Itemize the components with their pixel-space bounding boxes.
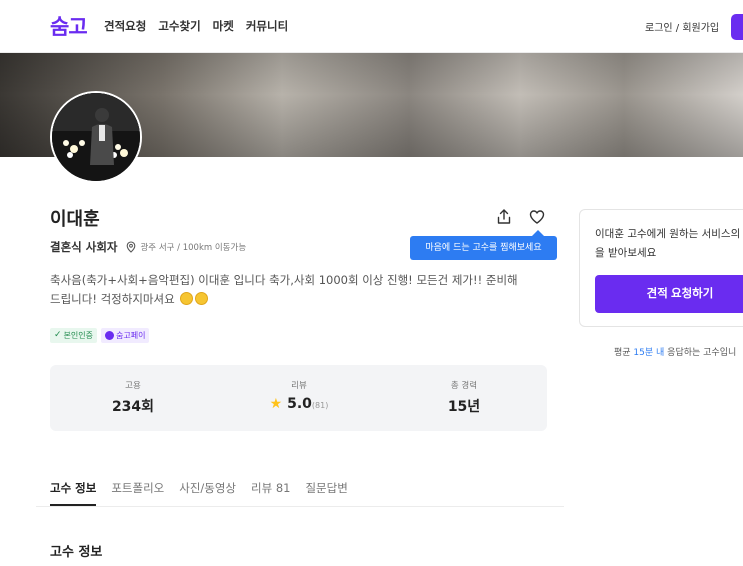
response-prefix: 평균 — [614, 348, 634, 358]
stat-reviews-value-row: ★ 5.0(81) — [216, 396, 382, 412]
pro-category: 결혼식 사회자 — [50, 240, 118, 254]
stat-hires-value: 234회 — [111, 399, 155, 415]
stat-career: 총 경력 15년 — [381, 379, 547, 416]
nav-find-pro[interactable]: 고수찾기 — [158, 18, 200, 34]
section-title: 고수 정보 — [50, 545, 103, 560]
profile-tabs: 고수 정보 포트폴리오 사진/동영상 리뷰 81 질문답변 — [50, 480, 348, 496]
nav-request-quote[interactable]: 견적요청 — [104, 18, 146, 34]
location-pin-icon — [127, 241, 136, 253]
stat-hires: 고용 234회 — [50, 379, 216, 416]
tab-divider — [36, 506, 564, 507]
stat-career-value: 15년 — [447, 399, 481, 415]
stat-hires-label: 고용 — [125, 381, 141, 391]
request-card-line1: 이대훈 고수에게 원하는 서비스의 — [595, 228, 741, 240]
response-suffix: 응답하는 고수입니 — [664, 348, 737, 358]
verified-badge: ✓ 본인인증 — [50, 328, 97, 343]
request-card-text: 이대훈 고수에게 원하는 서비스의 을 받아보세요 — [595, 225, 743, 263]
stat-reviews-value: 5.0 — [287, 396, 312, 412]
check-icon: ✓ — [54, 330, 62, 340]
response-highlight: 15분 내 — [633, 348, 665, 358]
tab-qna[interactable]: 질문답변 — [305, 480, 347, 496]
pro-subline: 결혼식 사회자 광주 서구 / 100km 이동가능 — [50, 239, 246, 255]
stats-box: 고용 234회 리뷰 ★ 5.0(81) 총 경력 15년 — [50, 365, 547, 431]
tab-media[interactable]: 사진/동영상 — [179, 480, 236, 496]
nav-market[interactable]: 마켓 — [213, 18, 234, 34]
tab-portfolio[interactable]: 포트폴리오 — [111, 480, 164, 496]
soomgo-pay-icon — [105, 331, 114, 340]
soomgo-pay-badge-label: 숨고페이 — [116, 331, 146, 340]
tab-reviews[interactable]: 리뷰 81 — [251, 480, 290, 496]
request-card-line2: 을 받아보세요 — [595, 247, 657, 259]
stat-reviews-count: (81) — [311, 401, 329, 410]
main-nav: 견적요청 고수찾기 마켓 커뮤니티 — [104, 18, 288, 34]
badge-list: ✓ 본인인증 숨고페이 — [50, 328, 150, 343]
response-time: 평균 15분 내 응답하는 고수입니 — [614, 345, 736, 358]
header-action-button[interactable] — [731, 14, 743, 40]
pro-intro-text: 축사음(축가+사회+음악편집) 이대훈 입니다 축가,사회 1000회 이상 진… — [50, 273, 518, 306]
heart-icon[interactable] — [528, 208, 546, 226]
logo[interactable]: 숨고 — [50, 11, 88, 41]
request-card: 이대훈 고수에게 원하는 서비스의 을 받아보세요 견적 요청하기 — [579, 209, 743, 327]
stat-career-label: 총 경력 — [450, 381, 478, 391]
stat-reviews-label: 리뷰 — [291, 381, 307, 391]
soomgo-pay-badge: 숨고페이 — [101, 328, 150, 343]
login-signup-link[interactable]: 로그인 / 회원가입 — [645, 19, 719, 34]
request-quote-button[interactable]: 견적 요청하기 — [595, 275, 743, 313]
pro-location: 광주 서구 / 100km 이동가능 — [140, 243, 247, 253]
verified-badge-label: 본인인증 — [63, 331, 93, 340]
pro-intro: 축사음(축가+사회+음악편집) 이대훈 입니다 축가,사회 1000회 이상 진… — [50, 271, 520, 309]
top-header: 숨고 견적요청 고수찾기 마켓 커뮤니티 로그인 / 회원가입 — [0, 0, 743, 53]
avatar-photo — [52, 93, 140, 181]
smile-emoji-icon — [195, 292, 209, 305]
avatar — [50, 91, 142, 183]
stat-reviews: 리뷰 ★ 5.0(81) — [216, 379, 382, 412]
tab-pro-info[interactable]: 고수 정보 — [50, 480, 96, 496]
favorite-tooltip: 마음에 드는 고수를 찜해보세요 — [410, 230, 557, 260]
share-icon[interactable] — [495, 208, 513, 226]
pro-name: 이대훈 — [50, 209, 100, 230]
nav-community[interactable]: 커뮤니티 — [246, 18, 288, 34]
star-icon: ★ — [269, 396, 283, 412]
smile-emoji-icon — [180, 292, 194, 305]
